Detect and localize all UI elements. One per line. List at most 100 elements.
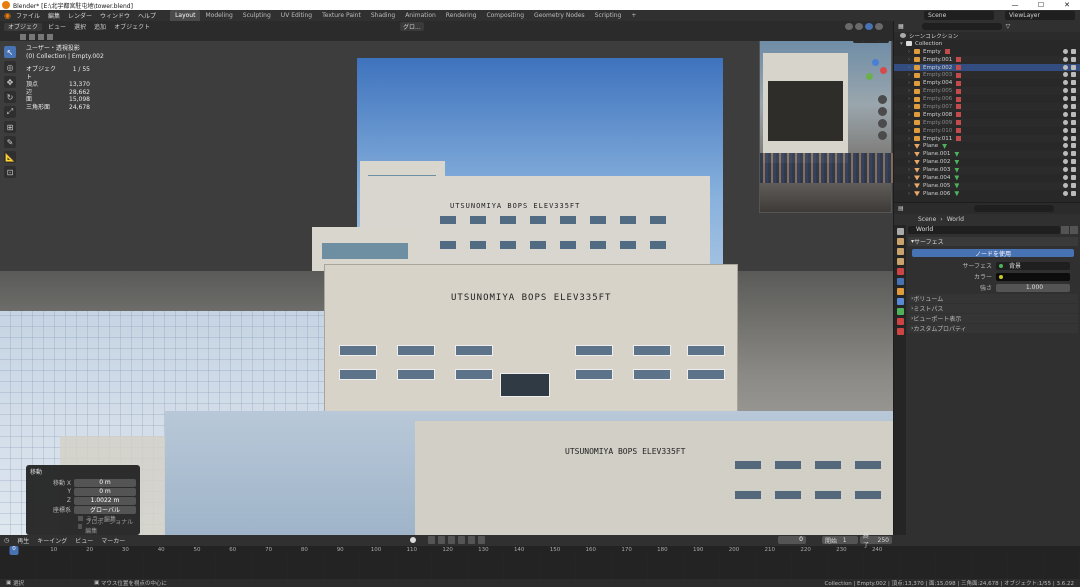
visibility-eye-icon[interactable] <box>1063 135 1068 141</box>
visibility-eye-icon[interactable] <box>1063 72 1068 78</box>
render-camera-icon[interactable] <box>1071 119 1076 125</box>
visibility-eye-icon[interactable] <box>1063 56 1068 62</box>
output-tab-icon[interactable] <box>896 248 904 255</box>
visibility-eye-icon[interactable] <box>1063 80 1068 86</box>
visibility-eye-icon[interactable] <box>1063 104 1068 110</box>
timeline[interactable]: ◷ 再生 キーイング ビュー マーカー 0 開始 1 終了 250 0 10 20 3… <box>0 533 1080 579</box>
view-layer-tab-icon[interactable] <box>896 258 904 265</box>
menu-marker[interactable]: マーカー <box>101 536 125 545</box>
outliner-row[interactable]: › Empty.002 <box>894 63 1080 72</box>
mist-panel-header[interactable]: › ミストパス <box>908 304 1078 313</box>
tab-animation[interactable]: Animation <box>400 10 441 21</box>
volume-panel-header[interactable]: › ボリューム <box>908 294 1078 303</box>
outliner-row[interactable]: › Plane.001 <box>894 150 1080 159</box>
transform-tool-icon[interactable]: ⊞ <box>4 121 16 133</box>
pan-hand-icon[interactable] <box>878 107 887 116</box>
select-mode-icon[interactable] <box>20 33 26 40</box>
add-cube-tool-icon[interactable]: ⊡ <box>4 166 16 178</box>
expand-icon[interactable]: › <box>908 143 914 149</box>
material-shading-icon[interactable] <box>865 23 873 30</box>
add-workspace-button[interactable]: + <box>626 10 641 21</box>
frame-ruler[interactable]: 0 10 20 30 40 50 60 70 80 90 100 110 120 130 140 150 160… <box>0 546 1080 556</box>
select-subtract-icon[interactable] <box>38 33 44 40</box>
jump-start-icon[interactable] <box>428 536 435 544</box>
outliner-row[interactable]: › Empty.011 <box>894 134 1080 143</box>
outliner-row[interactable]: › Plane.002 <box>894 158 1080 166</box>
world-name-field[interactable]: World <box>908 225 1060 234</box>
tab-uv-editing[interactable]: UV Editing <box>276 10 317 21</box>
menu-window[interactable]: ウィンドウ <box>100 11 130 20</box>
menu-edit[interactable]: 編集 <box>48 11 60 20</box>
visibility-eye-icon[interactable] <box>1063 111 1068 117</box>
menu-file[interactable]: ファイル <box>16 11 40 20</box>
cursor-tool-icon[interactable]: ◎ <box>4 61 16 73</box>
visibility-eye-icon[interactable] <box>1063 182 1068 188</box>
outliner-row[interactable]: › Empty.010 <box>894 127 1080 135</box>
visibility-eye-icon[interactable] <box>1063 167 1068 173</box>
orientation-dropdown[interactable]: グローバル <box>74 505 136 514</box>
unlink-icon[interactable] <box>1070 225 1078 234</box>
outliner-row[interactable]: › Empty.006 <box>894 95 1080 103</box>
render-camera-icon[interactable] <box>1071 159 1076 165</box>
render-camera-icon[interactable] <box>1071 80 1076 86</box>
filter-icon[interactable]: ▽ <box>1006 23 1011 30</box>
move-y-field[interactable]: 0 m <box>74 487 136 496</box>
duplicate-icon[interactable] <box>1061 225 1069 234</box>
menu-view[interactable]: ビュー <box>48 22 66 31</box>
timeline-keyframe-area[interactable] <box>0 556 1080 579</box>
next-keyframe-icon[interactable] <box>468 536 475 544</box>
render-camera-icon[interactable] <box>1071 104 1076 110</box>
scale-tool-icon[interactable]: ⤢ <box>4 106 16 118</box>
outliner-row[interactable]: › Empty.003 <box>894 71 1080 80</box>
tab-scripting[interactable]: Scripting <box>590 10 627 21</box>
visibility-eye-icon[interactable] <box>1063 88 1068 94</box>
render-camera-icon[interactable] <box>1071 175 1076 181</box>
mode-selector[interactable]: オブジェク <box>4 22 43 31</box>
display-mode-icon[interactable]: ▦ <box>898 23 904 30</box>
visibility-eye-icon[interactable] <box>1063 96 1068 102</box>
expand-icon[interactable]: › <box>908 159 914 165</box>
tab-compositing[interactable]: Compositing <box>481 10 529 21</box>
outliner-row[interactable]: › Empty.008 <box>894 111 1080 119</box>
render-camera-icon[interactable] <box>1071 64 1076 70</box>
menu-add[interactable]: 追加 <box>94 22 106 31</box>
surface-shader-field[interactable]: 背景 <box>996 261 1070 270</box>
expand-icon[interactable]: › <box>908 167 914 173</box>
outliner-row[interactable]: › Plane.004 <box>894 174 1080 182</box>
render-camera-icon[interactable] <box>1071 182 1076 188</box>
render-camera-icon[interactable] <box>1071 72 1076 78</box>
proportional-edit-checkbox[interactable]: プロポーショナル編集 <box>30 519 136 535</box>
expand-icon[interactable]: › <box>908 175 914 181</box>
data-tab-icon[interactable] <box>896 318 904 325</box>
world-tab-icon[interactable] <box>896 278 904 285</box>
transform-orientation[interactable]: グロ... <box>400 22 424 31</box>
outliner-row[interactable]: › Empty.009 <box>894 118 1080 127</box>
end-frame-field[interactable]: 終了 250 <box>860 533 892 549</box>
select-box-tool-icon[interactable]: ↖ <box>4 46 16 58</box>
render-camera-icon[interactable] <box>1071 167 1076 173</box>
tab-sculpting[interactable]: Sculpting <box>238 10 276 21</box>
color-field[interactable] <box>996 272 1070 281</box>
menu-render[interactable]: レンダー <box>68 11 92 20</box>
start-frame-field[interactable]: 開始 1 <box>822 536 858 545</box>
camera-view-icon[interactable] <box>878 119 887 128</box>
tab-shading[interactable]: Shading <box>366 10 400 21</box>
scene-tab-icon[interactable] <box>896 268 904 275</box>
visibility-eye-icon[interactable] <box>1063 190 1068 196</box>
outliner-row[interactable]: › Empty.004 <box>894 79 1080 87</box>
custom-properties-panel-header[interactable]: › カスタムプロパティ <box>908 324 1078 333</box>
auto-keying-record-icon[interactable] <box>410 537 416 543</box>
texture-tab-icon[interactable] <box>896 328 904 335</box>
expand-icon[interactable]: › <box>908 191 914 197</box>
solid-shading-icon[interactable] <box>855 23 863 30</box>
menu-view[interactable]: ビュー <box>75 536 93 545</box>
maximize-button[interactable]: ☐ <box>1028 1 1054 9</box>
blender-menu-icon[interactable]: ◉ <box>4 11 11 20</box>
menu-playback[interactable]: 再生 <box>17 536 29 545</box>
scene-collection-row[interactable]: シーンコレクション <box>894 32 1080 40</box>
zoom-icon[interactable] <box>878 95 887 104</box>
axis-z-icon[interactable] <box>872 59 879 66</box>
outliner-row[interactable]: › Plane <box>894 142 1080 150</box>
expand-icon[interactable]: › <box>908 151 914 157</box>
physics-tab-icon[interactable] <box>896 298 904 305</box>
